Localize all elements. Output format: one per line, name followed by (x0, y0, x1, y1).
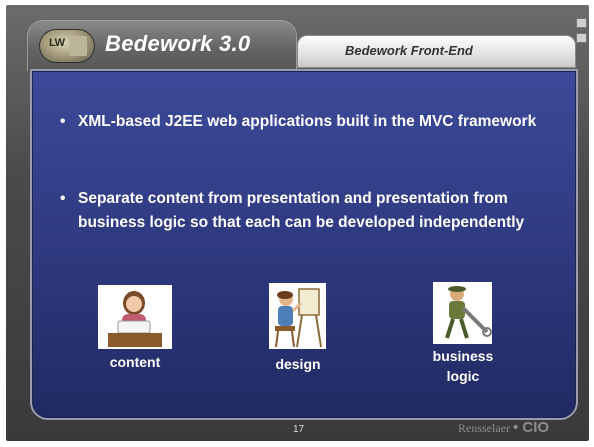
corner-icons (576, 18, 588, 48)
figure-label-content: content (109, 354, 161, 370)
figure-label-business-logic: business logic (432, 348, 494, 384)
footer-brand-suffix: • CIO (512, 419, 550, 436)
logo-text: LW (49, 37, 65, 49)
footer-brand-name: Rensselaer (458, 421, 510, 435)
bullet-item: • XML-based J2EE web applications built … (60, 110, 548, 134)
figure-label-design: design (275, 356, 321, 372)
bullet-text: XML-based J2EE web applications built in… (78, 113, 537, 130)
person-with-wrench-icon (433, 282, 492, 344)
bullet-marker: • (60, 113, 66, 130)
logo-icon: LW (39, 29, 95, 63)
painter-at-easel-icon (269, 283, 326, 349)
slide-title: Bedework 3.0 (105, 31, 251, 56)
person-reading-icon (98, 285, 172, 349)
footer-brand: Rensselaer • CIO (458, 419, 549, 436)
slide-icon-1 (576, 18, 587, 28)
slide-icon-2 (576, 33, 587, 43)
slide-subtitle: Bedework Front-End (345, 43, 473, 58)
page-number: 17 (293, 424, 305, 435)
bullet-item: • Separate content from presentation and… (60, 187, 548, 235)
bullet-marker: • (60, 190, 66, 207)
bullet-text: Separate content from presentation and p… (78, 190, 525, 231)
